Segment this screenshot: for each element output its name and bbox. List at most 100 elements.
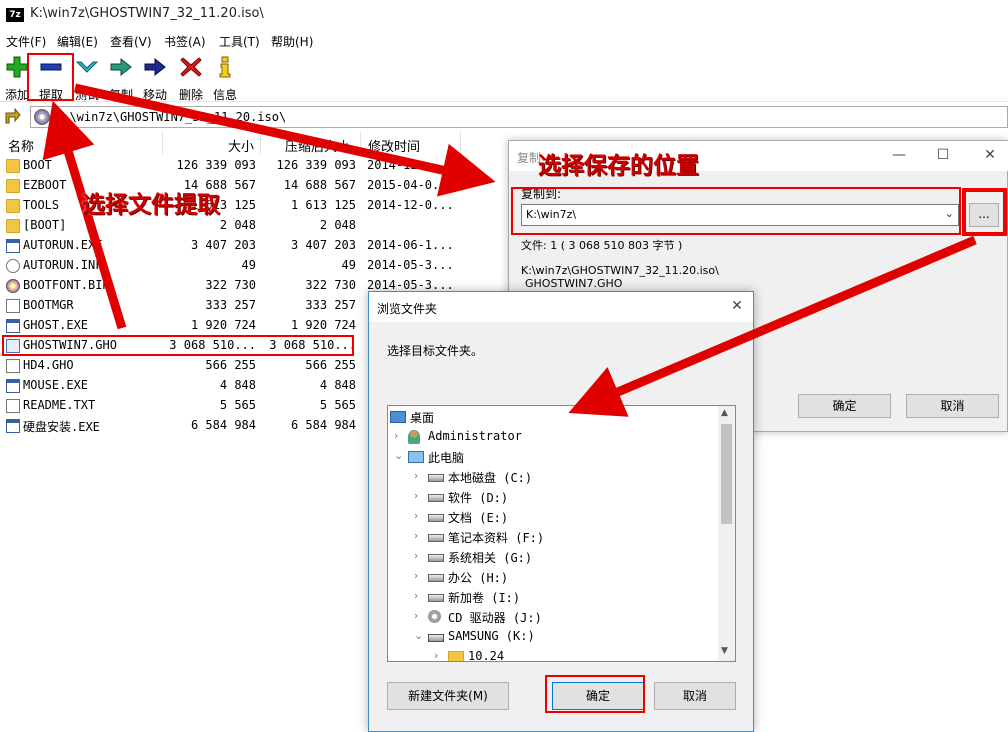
copy-cancel-button[interactable]: 取消 <box>906 394 999 418</box>
menu-bookmarks[interactable]: 书签(A) <box>164 33 206 50</box>
exe-file-icon <box>6 419 20 433</box>
move-button[interactable]: 移动 <box>138 56 172 102</box>
scroll-up-icon[interactable]: ▲ <box>721 408 728 418</box>
folder-tree[interactable]: 桌面 › Administrator ⌄ 此电脑 › 本地磁盘 (C:) › 软件 (D:) › 文… <box>387 405 736 662</box>
column-header-name[interactable]: 名称 <box>8 136 34 155</box>
tree-expander-icon[interactable]: › <box>414 589 424 602</box>
address-field[interactable]: K:\win7z\GHOSTWIN7_32_11.20.iso\ <box>30 106 1008 128</box>
file-row[interactable]: AUTORUN.INF 49 49 2014-05-3... <box>0 256 470 276</box>
minimize-button[interactable]: — <box>889 147 909 165</box>
exe-file-icon <box>6 239 20 253</box>
folder-icon <box>448 651 464 661</box>
delete-button[interactable]: 删除 <box>174 56 208 102</box>
info-button[interactable]: 信息 <box>208 56 242 102</box>
tree-node[interactable]: › 笔记本资料 (F:) <box>388 527 718 547</box>
bin-file-icon <box>6 279 20 293</box>
file-row[interactable]: [BOOT] 2 048 2 048 <box>0 216 470 236</box>
menu-help[interactable]: 帮助(H) <box>271 33 313 50</box>
browse-prompt: 选择目标文件夹。 <box>387 344 484 358</box>
close-button[interactable]: ✕ <box>980 147 1000 165</box>
maximize-button[interactable]: ☐ <box>933 147 953 165</box>
tree-expander-icon[interactable]: › <box>394 429 404 442</box>
file-packed-size: 14 688 567 <box>283 178 356 192</box>
file-modified: 2014-06-1... <box>367 238 454 252</box>
file-packed-size: 6 584 984 <box>290 418 356 432</box>
tree-node[interactable]: ⌄ SAMSUNG (K:) <box>388 627 718 647</box>
file-row[interactable]: BOOT 126 339 093 126 339 093 2014-12-... <box>0 156 470 176</box>
column-header-modified[interactable]: 修改时间 <box>368 136 420 155</box>
test-button[interactable]: 测试 <box>70 56 104 102</box>
file-packed-size: 3 407 203 <box>290 238 356 252</box>
file-size: 2 048 <box>219 218 256 232</box>
tree-node-label: 本地磁盘 (C:) <box>448 471 533 485</box>
desktop-icon <box>390 411 406 423</box>
tree-node-label: 新加卷 (I:) <box>448 591 521 605</box>
tree-node[interactable]: 桌面 <box>388 407 718 427</box>
file-row[interactable]: AUTORUN.EXE 3 407 203 3 407 203 2014-06-1..… <box>0 236 470 256</box>
file-name: EZBOOT <box>23 178 67 192</box>
file-name: 硬盘安装.EXE <box>23 420 100 434</box>
tree-node[interactable]: › 文档 (E:) <box>388 507 718 527</box>
tree-node[interactable]: › 软件 (D:) <box>388 487 718 507</box>
scroll-down-icon[interactable]: ▼ <box>721 646 728 656</box>
tree-expander-icon[interactable]: › <box>434 649 444 661</box>
tree-expander-icon[interactable]: › <box>414 569 424 582</box>
file-size: 5 565 <box>219 398 256 412</box>
doc-file-icon <box>6 299 20 313</box>
cd-icon <box>428 610 441 623</box>
tree-expander-icon[interactable]: › <box>414 469 424 482</box>
copy-ok-button[interactable]: 确定 <box>798 394 891 418</box>
tree-node[interactable]: › Administrator <box>388 427 718 447</box>
source-path: K:\win7z\GHOSTWIN7_32_11.20.iso\ <box>521 264 719 277</box>
close-button[interactable]: ✕ <box>727 298 747 316</box>
file-name: [BOOT] <box>23 218 67 232</box>
folder-file-icon <box>6 199 20 213</box>
annotation-select-file: 选择文件提取 <box>82 192 220 218</box>
menu-view[interactable]: 查看(V) <box>110 33 152 50</box>
file-name: BOOTMGR <box>23 298 74 312</box>
tree-node-label: 10.24 <box>468 649 505 662</box>
test-check-icon <box>75 61 99 73</box>
menu-file[interactable]: 文件(F) <box>6 33 46 50</box>
source-file: GHOSTWIN7.GHO <box>525 277 623 290</box>
file-size: 566 255 <box>205 358 256 372</box>
file-modified: 2014-12-... <box>367 158 447 172</box>
tree-node[interactable]: ⌄ 此电脑 <box>388 447 718 467</box>
folder-up-icon[interactable] <box>3 107 21 125</box>
folder-file-icon <box>6 179 20 193</box>
file-name: HD4.GHO <box>23 358 74 372</box>
tree-expander-icon[interactable]: › <box>414 549 424 562</box>
browse-cancel-button[interactable]: 取消 <box>654 682 736 710</box>
column-header-size[interactable]: 大小 <box>228 136 254 155</box>
add-plus-icon <box>6 56 28 78</box>
file-size: 3 407 203 <box>190 238 256 252</box>
scroll-thumb[interactable] <box>721 424 732 524</box>
file-row[interactable]: TOOLS 1 613 125 1 613 125 2014-12-0... <box>0 196 470 216</box>
tree-scrollbar[interactable]: ▲ ▼ <box>718 406 735 661</box>
window-title: K:\win7z\GHOSTWIN7_32_11.20.iso\ <box>30 6 264 21</box>
column-header-packed[interactable]: 压缩后大小 <box>285 136 350 155</box>
tree-node[interactable]: › CD 驱动器 (J:) <box>388 607 718 627</box>
new-folder-button[interactable]: 新建文件夹(M) <box>387 682 509 710</box>
tree-expander-icon[interactable]: › <box>414 609 424 622</box>
tree-node[interactable]: › 办公 (H:) <box>388 567 718 587</box>
highlight-ok <box>545 675 645 713</box>
annotation-select-location: 选择保存的位置 <box>538 153 699 179</box>
tree-node[interactable]: › 系统相关 (G:) <box>388 547 718 567</box>
iso-disc-icon <box>34 109 50 125</box>
tree-node[interactable]: › 10.24 <box>388 647 718 662</box>
usb-icon <box>428 634 444 642</box>
tree-expander-icon[interactable]: › <box>414 529 424 542</box>
tree-node[interactable]: › 本地磁盘 (C:) <box>388 467 718 487</box>
tree-expander-icon[interactable]: ⌄ <box>394 449 404 462</box>
tree-expander-icon[interactable]: ⌄ <box>414 629 424 642</box>
menu-edit[interactable]: 编辑(E) <box>57 33 98 50</box>
copy-button[interactable]: 复制 <box>104 56 138 102</box>
file-name: AUTORUN.EXE <box>23 238 103 252</box>
tree-expander-icon[interactable]: › <box>414 509 424 522</box>
file-size: 126 339 093 <box>176 158 256 172</box>
tree-expander-icon[interactable]: › <box>414 489 424 502</box>
file-row[interactable]: EZBOOT 14 688 567 14 688 567 2015-04-0... <box>0 176 470 196</box>
tree-node[interactable]: › 新加卷 (I:) <box>388 587 718 607</box>
menu-tools[interactable]: 工具(T) <box>219 33 260 50</box>
